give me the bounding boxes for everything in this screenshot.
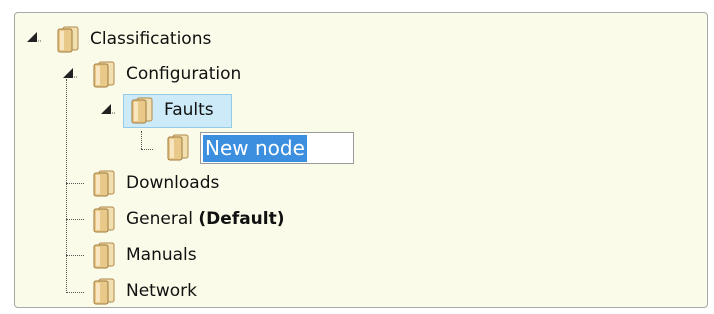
tree-connector bbox=[141, 131, 142, 149]
folder-icon bbox=[93, 278, 115, 305]
node-label: Configuration bbox=[126, 64, 242, 84]
tree-connector bbox=[141, 149, 153, 150]
node-label: Classifications bbox=[90, 29, 212, 49]
tree-node-new[interactable] bbox=[165, 134, 197, 161]
folder-icon bbox=[93, 242, 115, 269]
tree-connector bbox=[66, 79, 67, 293]
node-name-input[interactable]: New node bbox=[200, 132, 354, 164]
folder-icon bbox=[167, 134, 189, 161]
tree-connector bbox=[66, 219, 84, 220]
tree-connector bbox=[66, 255, 84, 256]
expanded-triangle-icon[interactable] bbox=[99, 101, 115, 115]
default-tag: (Default) bbox=[198, 209, 285, 229]
node-label: General (Default) bbox=[123, 206, 288, 232]
expanded-triangle-icon[interactable] bbox=[25, 29, 41, 43]
node-label: Faults bbox=[164, 100, 214, 120]
folder-icon bbox=[93, 170, 115, 197]
folder-icon bbox=[57, 26, 79, 53]
folder-icon bbox=[93, 206, 115, 233]
tree-node-classifications[interactable]: Classifications bbox=[55, 26, 214, 53]
tree-node-general[interactable]: General (Default) bbox=[91, 206, 288, 233]
tree-node-network[interactable]: Network bbox=[91, 278, 200, 305]
node-label: Network bbox=[126, 281, 197, 301]
tree-node-configuration[interactable]: Configuration bbox=[91, 61, 244, 88]
tree-node-faults[interactable]: Faults bbox=[129, 97, 217, 124]
tree-node-manuals[interactable]: Manuals bbox=[91, 242, 200, 269]
node-label: Manuals bbox=[126, 245, 197, 265]
node-label-text: General bbox=[126, 209, 193, 229]
tree-connector bbox=[66, 183, 84, 184]
node-label: Downloads bbox=[126, 173, 220, 193]
tree-node-downloads[interactable]: Downloads bbox=[91, 170, 222, 197]
expanded-triangle-icon[interactable] bbox=[61, 65, 77, 79]
classification-tree[interactable]: Classifications Configuration Faults New… bbox=[14, 12, 708, 308]
folder-icon bbox=[93, 61, 115, 88]
folder-icon bbox=[131, 97, 153, 124]
node-name-input-value: New node bbox=[203, 134, 307, 162]
tree-connector bbox=[66, 292, 84, 293]
